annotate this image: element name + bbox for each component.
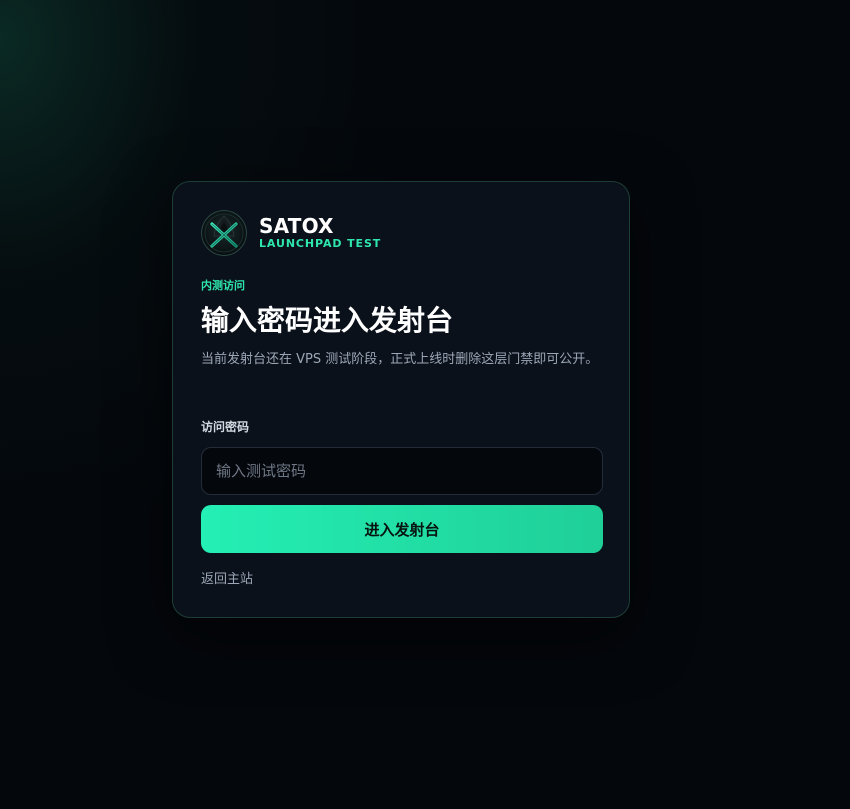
password-label: 访问密码: [201, 420, 250, 434]
brand-header: SATOX LAUNCHPAD TEST: [201, 210, 381, 256]
page-title: 输入密码进入发射台: [201, 304, 454, 337]
back-to-main-site-link[interactable]: 返回主站: [201, 571, 253, 589]
eyebrow-label: 内测访问: [201, 279, 245, 292]
satox-logo-icon: [201, 210, 247, 256]
access-gate-card: SATOX LAUNCHPAD TEST 内测访问 输入密码进入发射台 当前发射…: [172, 181, 630, 618]
brand-subtitle: LAUNCHPAD TEST: [259, 237, 382, 250]
password-input[interactable]: [201, 447, 603, 495]
brand-text: SATOX LAUNCHPAD TEST: [259, 215, 381, 251]
brand-name: SATOX: [259, 214, 334, 238]
enter-launchpad-button[interactable]: 进入发射台: [201, 505, 603, 553]
gate-description: 当前发射台还在 VPS 测试阶段，正式上线时删除这层门禁即可公开。: [201, 352, 599, 367]
